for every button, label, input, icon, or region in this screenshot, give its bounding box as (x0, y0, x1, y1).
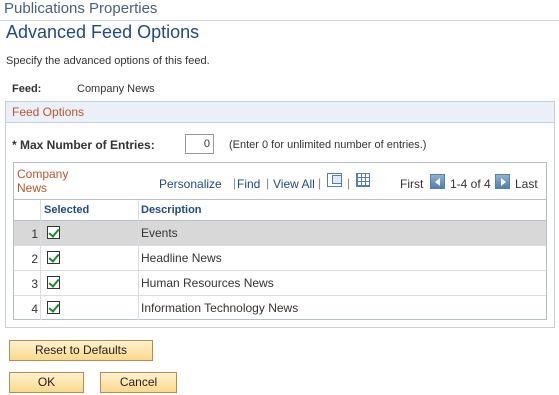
row-description: Human Resources News (141, 276, 274, 290)
column-divider (138, 200, 139, 320)
find-link[interactable]: Find (237, 177, 260, 191)
last-label: Last (515, 177, 538, 191)
max-entries-hint: (Enter 0 for unlimited number of entries… (229, 139, 427, 151)
breadcrumb: Publications Properties (4, 0, 158, 17)
row-description: Events (141, 226, 178, 240)
page-title: Advanced Feed Options (6, 22, 200, 42)
personalize-link[interactable]: Personalize (159, 177, 222, 191)
view-all-link[interactable]: View All (273, 177, 315, 191)
ok-button[interactable]: OK (9, 372, 84, 393)
max-entries-label: * Max Number of Entries: (12, 138, 155, 152)
grid-header: Company News Personalize | Find | View A… (14, 163, 546, 200)
zoom-grid-icon[interactable] (327, 173, 342, 187)
row-number: 3 (31, 277, 38, 291)
company-news-grid: Company News Personalize | Find | View A… (13, 162, 547, 320)
checkbox-checked-icon[interactable] (47, 251, 60, 264)
column-header-description[interactable]: Description (141, 204, 202, 216)
table-row[interactable]: 2 Headline News (14, 246, 546, 271)
column-header-selected[interactable]: Selected (44, 204, 89, 216)
cancel-button[interactable]: Cancel (100, 372, 177, 393)
feed-value: Company News (77, 83, 155, 95)
feed-options-header: Feed Options (6, 102, 554, 123)
row-description: Information Technology News (141, 301, 299, 315)
max-entries-input[interactable] (185, 134, 214, 154)
checkbox-checked-icon[interactable] (47, 226, 60, 239)
row-number: 1 (31, 227, 38, 241)
download-excel-icon[interactable] (356, 173, 370, 187)
instructions-text: Specify the advanced options of this fee… (6, 55, 210, 67)
reset-to-defaults-button[interactable]: Reset to Defaults (9, 340, 153, 361)
feed-options-title: Feed Options (12, 105, 85, 119)
table-row[interactable]: 1 Events (14, 221, 546, 246)
header-divider (0, 20, 559, 21)
table-row[interactable]: 4 Information Technology News (14, 296, 546, 321)
row-range: 1-4 of 4 (450, 177, 491, 191)
row-number: 2 (31, 252, 38, 266)
nav-separator: | (347, 176, 351, 190)
nav-separator: | (318, 176, 322, 190)
next-arrow-icon[interactable] (495, 174, 510, 189)
grid-title: Company News (17, 167, 69, 195)
row-description: Headline News (141, 251, 222, 265)
column-divider (40, 200, 41, 320)
checkbox-checked-icon[interactable] (47, 276, 60, 289)
feed-label: Feed: (12, 83, 42, 95)
table-row[interactable]: 3 Human Resources News (14, 271, 546, 296)
prev-arrow-icon[interactable] (430, 174, 445, 189)
first-label: First (400, 177, 424, 191)
nav-separator: | (266, 176, 270, 190)
nav-separator: | (233, 176, 237, 190)
column-header-row: Selected Description (14, 200, 546, 221)
row-number: 4 (31, 302, 38, 316)
checkbox-checked-icon[interactable] (47, 301, 60, 314)
